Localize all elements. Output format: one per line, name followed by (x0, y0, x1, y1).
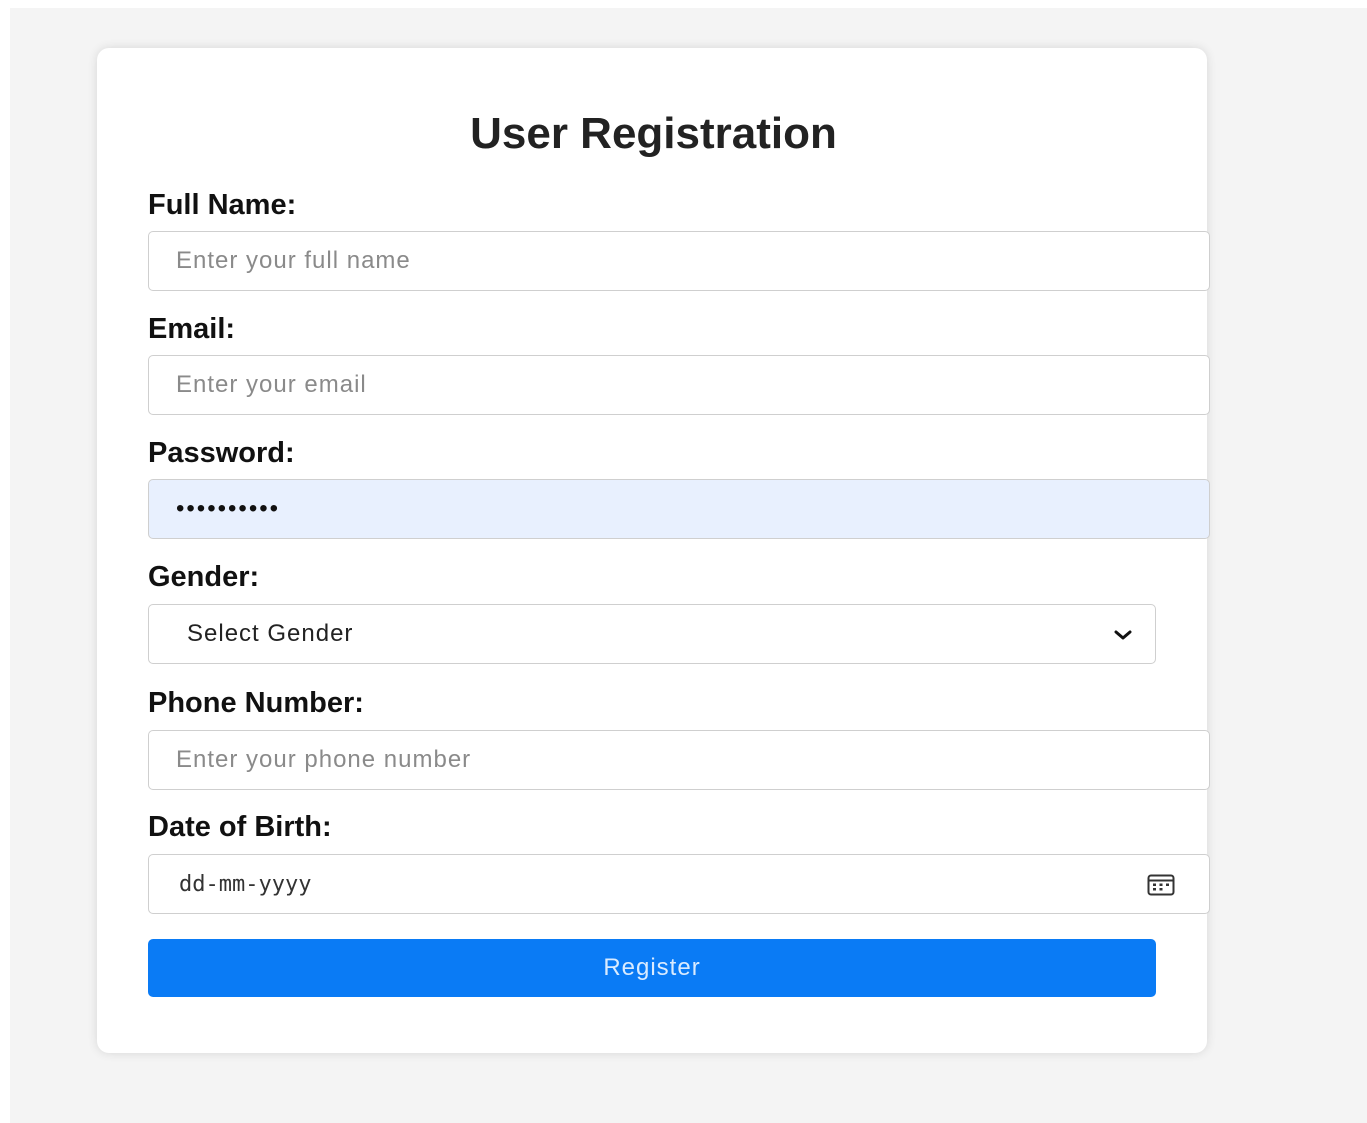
password-masked-value: •••••••••• (176, 495, 281, 522)
dob-input[interactable]: dd-mm-yyyy (148, 854, 1210, 914)
gender-label: Gender: (148, 561, 260, 593)
gender-selected-value: Select Gender (187, 620, 354, 647)
password-input[interactable]: •••••••••• (148, 479, 1210, 539)
dob-label: Date of Birth: (148, 811, 332, 843)
gender-select[interactable]: Select Gender (148, 604, 1156, 664)
phone-input[interactable] (148, 730, 1210, 790)
page-title: User Registration (470, 109, 837, 158)
calendar-icon[interactable] (1147, 874, 1175, 896)
full-name-label: Full Name: (148, 189, 297, 221)
email-input[interactable] (148, 355, 1210, 415)
password-label: Password: (148, 437, 295, 469)
full-name-input[interactable] (148, 231, 1210, 291)
email-label: Email: (148, 313, 236, 345)
register-button[interactable]: Register (148, 939, 1156, 997)
chevron-down-icon (1114, 630, 1132, 640)
phone-label: Phone Number: (148, 687, 364, 719)
dob-placeholder: dd-mm-yyyy (179, 871, 312, 897)
